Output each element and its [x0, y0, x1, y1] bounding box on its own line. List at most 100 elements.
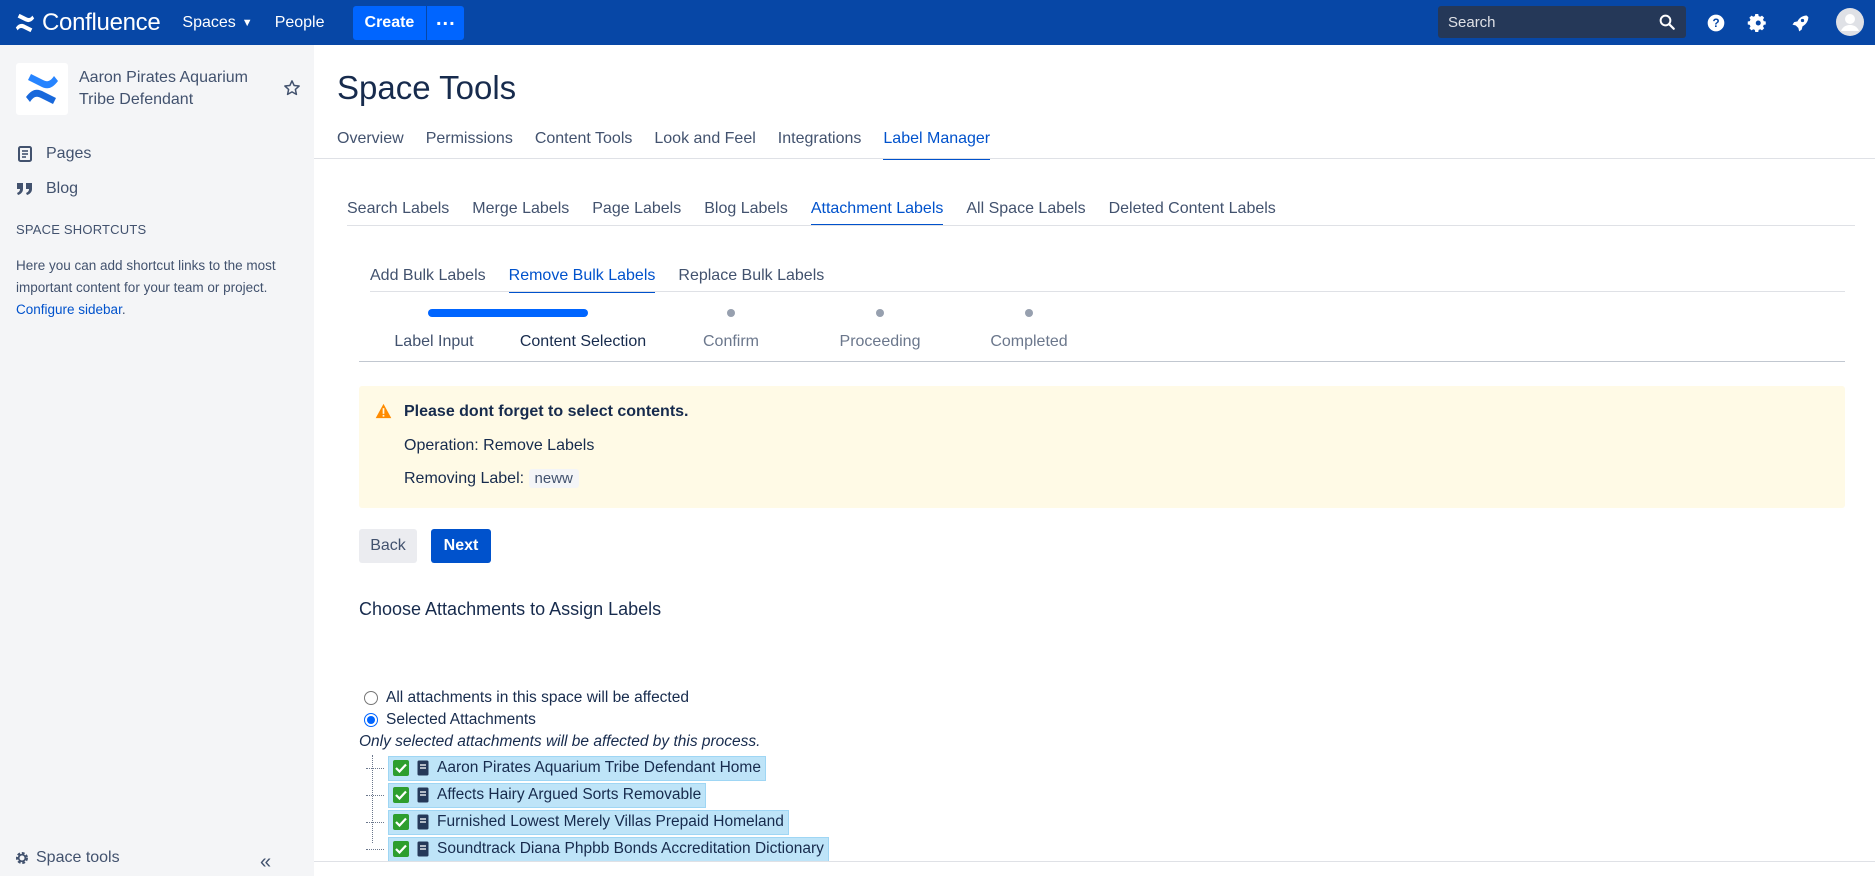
sidebar-item-pages[interactable]: Pages — [16, 145, 91, 163]
people-link-label: People — [274, 13, 325, 31]
tab-add-bulk-labels[interactable]: Add Bulk Labels — [370, 267, 486, 293]
notifications-rocket-icon[interactable] — [1788, 11, 1812, 35]
settings-gear-icon[interactable] — [1745, 11, 1769, 35]
step-content-selection: Content Selection — [519, 333, 647, 350]
choose-attachments-heading: Choose Attachments to Assign Labels — [359, 599, 662, 619]
warning-title: Please dont forget to select contents. — [404, 403, 689, 420]
tree-item-label: Affects Hairy Argued Sorts Removable — [437, 786, 702, 803]
tree-item-label: Furnished Lowest Merely Villas Prepaid H… — [437, 813, 784, 830]
period-text: . — [121, 302, 126, 317]
bulk-label-tabs: Add Bulk Labels Remove Bulk Labels Repla… — [370, 267, 847, 293]
user-avatar-icon[interactable] — [1836, 8, 1864, 36]
help-icon[interactable]: ? — [1704, 11, 1728, 35]
page-icon — [417, 787, 429, 803]
main-content: Space Tools Overview Permissions Content… — [314, 45, 1875, 876]
subtab-blog-labels[interactable]: Blog Labels — [704, 200, 788, 226]
tree-connector — [366, 767, 384, 769]
page-title: Space Tools — [337, 69, 517, 106]
space-tools-label: Space tools — [36, 849, 120, 866]
step-confirm: Confirm — [702, 333, 759, 350]
confluence-logo[interactable]: Confluence — [14, 8, 161, 37]
subtab-page-labels[interactable]: Page Labels — [592, 200, 681, 226]
bulk-tabs-divider — [370, 291, 1845, 292]
create-more-button[interactable]: ... — [426, 5, 465, 40]
top-navigation-bar: Confluence Spaces ▼ People Create ... ? — [0, 0, 1875, 45]
tab-overview[interactable]: Overview — [337, 130, 404, 160]
tree-row: Aaron Pirates Aquarium Tribe Defendant H… — [366, 755, 766, 781]
tree-item-attachment[interactable]: Soundtrack Diana Phpbb Bonds Accreditati… — [388, 836, 829, 862]
tab-look-and-feel[interactable]: Look and Feel — [654, 130, 755, 160]
subtab-all-space-labels[interactable]: All Space Labels — [966, 200, 1085, 226]
space-logo-icon — [26, 74, 58, 104]
space-name[interactable]: Aaron Pirates Aquarium Tribe Defendant — [79, 67, 259, 111]
confluence-brand-text: Confluence — [42, 8, 161, 36]
pages-icon — [16, 146, 34, 162]
step-dot-completed — [1025, 309, 1033, 317]
space-tools-button[interactable]: Space tools — [14, 849, 120, 867]
removing-label-row: Removing Label: neww — [404, 469, 579, 488]
operation-text: Operation: Remove Labels — [404, 437, 595, 454]
subtab-deleted-content-labels[interactable]: Deleted Content Labels — [1109, 200, 1276, 226]
more-dots-icon: ... — [435, 7, 456, 30]
checkbox-checked-icon[interactable] — [393, 787, 409, 803]
subtabs-divider — [347, 225, 1855, 226]
configure-sidebar-link[interactable]: Configure sidebar — [16, 302, 122, 317]
warning-icon — [375, 403, 392, 419]
tree-row: Furnished Lowest Merely Villas Prepaid H… — [366, 809, 789, 835]
tab-content-tools[interactable]: Content Tools — [535, 130, 633, 160]
step-proceeding: Proceeding — [839, 333, 921, 350]
search-input[interactable] — [1448, 13, 1658, 31]
subtab-attachment-labels[interactable]: Attachment Labels — [810, 200, 944, 226]
radio-button-checked[interactable] — [364, 713, 378, 727]
steps-divider — [359, 361, 1845, 362]
collapse-sidebar-icon[interactable]: « — [260, 851, 271, 874]
tree-row: Soundtrack Diana Phpbb Bonds Accreditati… — [366, 836, 829, 862]
radio-selected-label: Selected Attachments — [386, 711, 536, 728]
checkbox-checked-icon[interactable] — [393, 760, 409, 776]
checkbox-checked-icon[interactable] — [393, 841, 409, 857]
people-link[interactable]: People — [275, 14, 325, 32]
search-box — [1438, 6, 1686, 38]
step-completed: Completed — [990, 333, 1068, 350]
tree-connector — [366, 821, 384, 823]
tree-connector — [366, 848, 384, 850]
radio-all-attachments[interactable]: All attachments in this space will be af… — [364, 689, 689, 707]
progress-bar-completed — [428, 309, 588, 317]
selection-note: Only selected attachments will be affect… — [359, 733, 761, 750]
page-icon — [417, 760, 429, 776]
space-shortcuts-heading: SPACE SHORTCUTS — [16, 222, 147, 237]
back-button[interactable]: Back — [359, 529, 417, 563]
tree-item-attachment[interactable]: Affects Hairy Argued Sorts Removable — [388, 782, 707, 808]
radio-selected-attachments[interactable]: Selected Attachments — [364, 711, 536, 729]
chevron-down-icon: ▼ — [241, 16, 253, 29]
subtab-merge-labels[interactable]: Merge Labels — [472, 200, 569, 226]
tree-item-attachment[interactable]: Furnished Lowest Merely Villas Prepaid H… — [388, 809, 789, 835]
create-button[interactable]: Create — [352, 5, 427, 40]
spaces-menu-label: Spaces — [182, 13, 236, 31]
radio-button-unchecked[interactable] — [364, 691, 378, 705]
tab-replace-bulk-labels[interactable]: Replace Bulk Labels — [678, 267, 824, 293]
label-manager-subtabs: Search Labels Merge Labels Page Labels B… — [347, 200, 1299, 226]
sidebar-item-label: Blog — [46, 180, 79, 197]
radio-all-label: All attachments in this space will be af… — [386, 689, 689, 706]
tab-permissions[interactable]: Permissions — [426, 130, 513, 160]
space-shortcuts-description: Here you can add shortcut links to the m… — [16, 255, 296, 321]
tabs-divider — [314, 158, 1875, 159]
sidebar-item-blog[interactable]: Blog — [16, 180, 78, 198]
subtab-search-labels[interactable]: Search Labels — [347, 200, 449, 226]
search-icon[interactable] — [1658, 13, 1676, 31]
checkbox-checked-icon[interactable] — [393, 814, 409, 830]
tree-connector — [366, 794, 384, 796]
page-icon — [417, 814, 429, 830]
space-shortcuts-text: Here you can add shortcut links to the m… — [16, 258, 276, 295]
tree-item-attachment[interactable]: Aaron Pirates Aquarium Tribe Defendant H… — [388, 755, 766, 781]
label-chip: neww — [528, 469, 579, 488]
next-button[interactable]: Next — [431, 529, 491, 563]
tab-integrations[interactable]: Integrations — [778, 130, 862, 160]
blog-quote-icon — [16, 182, 34, 196]
space-avatar[interactable] — [16, 63, 68, 115]
star-icon[interactable] — [283, 79, 301, 102]
spaces-menu[interactable]: Spaces ▼ — [182, 14, 252, 32]
tab-remove-bulk-labels[interactable]: Remove Bulk Labels — [508, 267, 656, 293]
tab-label-manager[interactable]: Label Manager — [883, 130, 991, 160]
